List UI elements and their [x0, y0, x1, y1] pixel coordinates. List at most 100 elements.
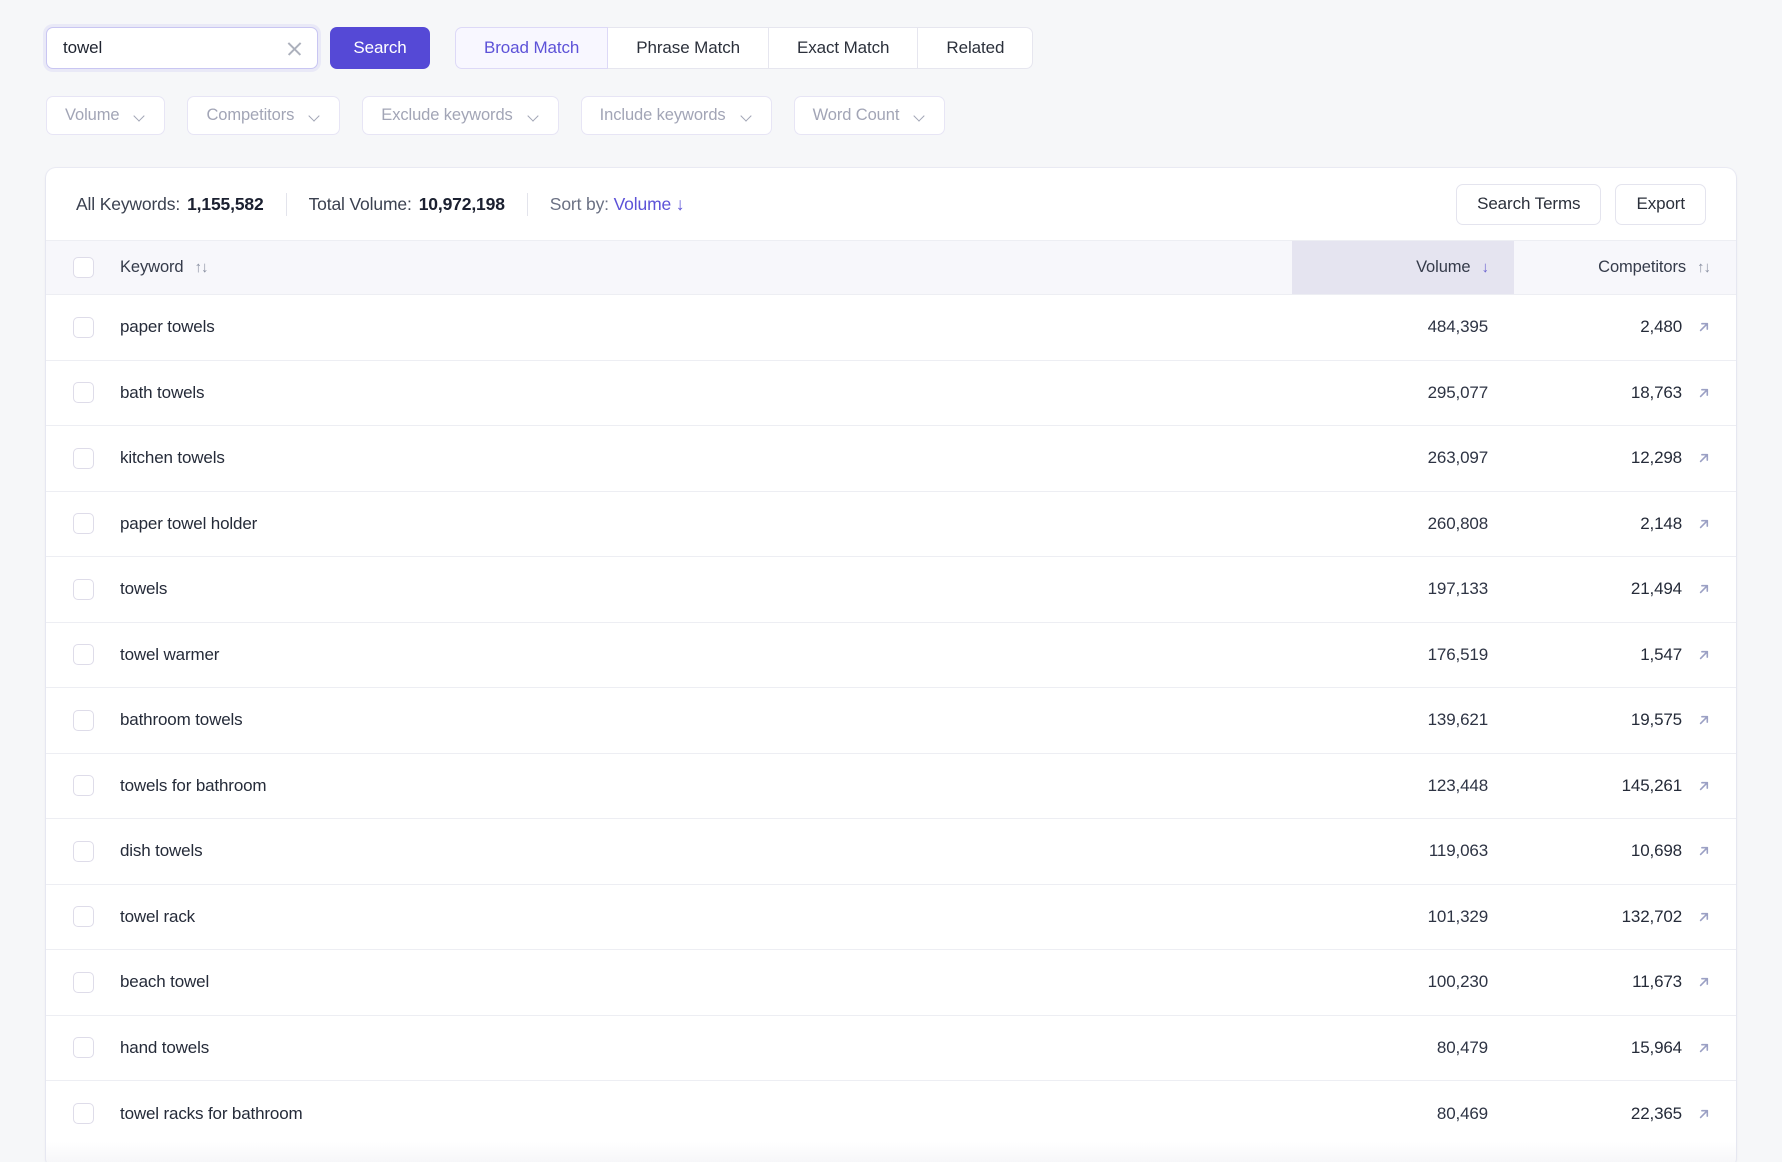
row-checkbox[interactable] [73, 906, 94, 927]
tab-exact-match[interactable]: Exact Match [769, 27, 918, 69]
close-icon[interactable] [286, 40, 303, 57]
cell-keyword[interactable]: bath towels [120, 360, 1292, 426]
row-checkbox[interactable] [73, 1103, 94, 1124]
row-checkbox[interactable] [73, 579, 94, 600]
row-select-cell [46, 557, 120, 623]
column-header-keyword-label: Keyword [120, 258, 184, 277]
external-link-icon[interactable] [1696, 909, 1712, 925]
sort-down-icon[interactable]: ↓ [1482, 260, 1489, 275]
summary-stats: All Keywords: 1,155,582 Total Volume: 10… [76, 193, 684, 216]
cell-keyword[interactable]: paper towels [120, 295, 1292, 361]
export-button[interactable]: Export [1615, 184, 1706, 225]
search-terms-button[interactable]: Search Terms [1456, 184, 1601, 225]
cell-volume: 101,329 [1292, 884, 1514, 950]
table-row[interactable]: bath towels295,07718,763 [46, 360, 1736, 426]
column-header-competitors[interactable]: Competitors ↑↓ [1514, 241, 1736, 295]
filter-exclude-keywords[interactable]: Exclude keywords [362, 96, 558, 135]
cell-keyword[interactable]: towel warmer [120, 622, 1292, 688]
table-row[interactable]: dish towels119,06310,698 [46, 819, 1736, 885]
cell-keyword[interactable]: towels for bathroom [120, 753, 1292, 819]
row-checkbox[interactable] [73, 710, 94, 731]
external-link-icon[interactable] [1696, 974, 1712, 990]
search-button[interactable]: Search [330, 27, 430, 69]
search-toolbar: Search Broad Match Phrase Match Exact Ma… [46, 27, 1033, 69]
column-header-keyword[interactable]: Keyword ↑↓ [120, 241, 1292, 295]
filter-competitors-label: Competitors [206, 106, 294, 125]
row-checkbox[interactable] [73, 972, 94, 993]
keyword-text: hand towels [120, 1038, 209, 1057]
select-all-checkbox[interactable] [73, 257, 94, 278]
keyword-text: paper towels [120, 317, 215, 336]
sort-by[interactable]: Sort by: Volume ↓ [550, 194, 685, 215]
column-header-competitors-label: Competitors [1598, 258, 1686, 277]
cell-keyword[interactable]: dish towels [120, 819, 1292, 885]
cell-keyword[interactable]: bathroom towels [120, 688, 1292, 754]
cell-competitors: 1,547 [1514, 622, 1736, 688]
search-field[interactable] [46, 27, 318, 69]
cell-keyword[interactable]: towel rack [120, 884, 1292, 950]
external-link-icon[interactable] [1696, 647, 1712, 663]
tab-related[interactable]: Related [918, 27, 1033, 69]
external-link-icon[interactable] [1696, 450, 1712, 466]
sort-updown-icon[interactable]: ↑↓ [195, 260, 208, 275]
table-body: paper towels484,3952,480bath towels295,0… [46, 295, 1736, 1147]
row-checkbox[interactable] [73, 513, 94, 534]
table-row[interactable]: towel racks for bathroom80,46922,365 [46, 1081, 1736, 1147]
filter-word-count[interactable]: Word Count [794, 96, 946, 135]
tab-phrase-match[interactable]: Phrase Match [608, 27, 769, 69]
external-link-icon[interactable] [1696, 581, 1712, 597]
row-checkbox[interactable] [73, 382, 94, 403]
row-checkbox[interactable] [73, 775, 94, 796]
cell-keyword[interactable]: beach towel [120, 950, 1292, 1016]
card-actions: Search Terms Export [1456, 184, 1706, 225]
table-row[interactable]: towels197,13321,494 [46, 557, 1736, 623]
table-row[interactable]: towel rack101,329132,702 [46, 884, 1736, 950]
sort-updown-icon[interactable]: ↑↓ [1697, 260, 1710, 275]
filter-include-keywords[interactable]: Include keywords [581, 96, 772, 135]
filter-volume[interactable]: Volume [46, 96, 165, 135]
keyword-text: towel racks for bathroom [120, 1104, 303, 1123]
keyword-text: towel rack [120, 907, 195, 926]
row-checkbox[interactable] [73, 644, 94, 665]
row-checkbox[interactable] [73, 317, 94, 338]
external-link-icon[interactable] [1696, 843, 1712, 859]
row-checkbox[interactable] [73, 1037, 94, 1058]
volume-value: 80,479 [1437, 1038, 1488, 1057]
cell-competitors: 11,673 [1514, 950, 1736, 1016]
table-row[interactable]: beach towel100,23011,673 [46, 950, 1736, 1016]
external-link-icon[interactable] [1696, 1106, 1712, 1122]
chevron-down-icon [742, 112, 753, 119]
cell-keyword[interactable]: paper towel holder [120, 491, 1292, 557]
volume-value: 263,097 [1428, 448, 1488, 467]
table-row[interactable]: bathroom towels139,62119,575 [46, 688, 1736, 754]
row-select-cell [46, 753, 120, 819]
external-link-icon[interactable] [1696, 319, 1712, 335]
tab-broad-match[interactable]: Broad Match [455, 27, 608, 69]
keyword-text: bathroom towels [120, 710, 242, 729]
volume-value: 176,519 [1428, 645, 1488, 664]
table-row[interactable]: paper towel holder260,8082,148 [46, 491, 1736, 557]
filter-competitors[interactable]: Competitors [187, 96, 340, 135]
sort-by-value[interactable]: Volume ↓ [614, 194, 685, 214]
external-link-icon[interactable] [1696, 712, 1712, 728]
cell-keyword[interactable]: kitchen towels [120, 426, 1292, 492]
row-select-cell [46, 1081, 120, 1147]
external-link-icon[interactable] [1696, 1040, 1712, 1056]
table-row[interactable]: hand towels80,47915,964 [46, 1015, 1736, 1081]
row-checkbox[interactable] [73, 841, 94, 862]
row-checkbox[interactable] [73, 448, 94, 469]
external-link-icon[interactable] [1696, 778, 1712, 794]
column-header-volume[interactable]: Volume ↓ [1292, 241, 1514, 295]
row-select-cell [46, 491, 120, 557]
cell-keyword[interactable]: towels [120, 557, 1292, 623]
cell-keyword[interactable]: hand towels [120, 1015, 1292, 1081]
external-link-icon[interactable] [1696, 385, 1712, 401]
keyword-text: beach towel [120, 972, 209, 991]
search-input[interactable] [63, 38, 286, 58]
table-row[interactable]: towel warmer 176,519 1,547 [46, 622, 1736, 688]
table-row[interactable]: paper towels484,3952,480 [46, 295, 1736, 361]
cell-keyword[interactable]: towel racks for bathroom [120, 1081, 1292, 1147]
table-row[interactable]: kitchen towels263,09712,298 [46, 426, 1736, 492]
external-link-icon[interactable] [1696, 516, 1712, 532]
table-row[interactable]: towels for bathroom123,448145,261 [46, 753, 1736, 819]
